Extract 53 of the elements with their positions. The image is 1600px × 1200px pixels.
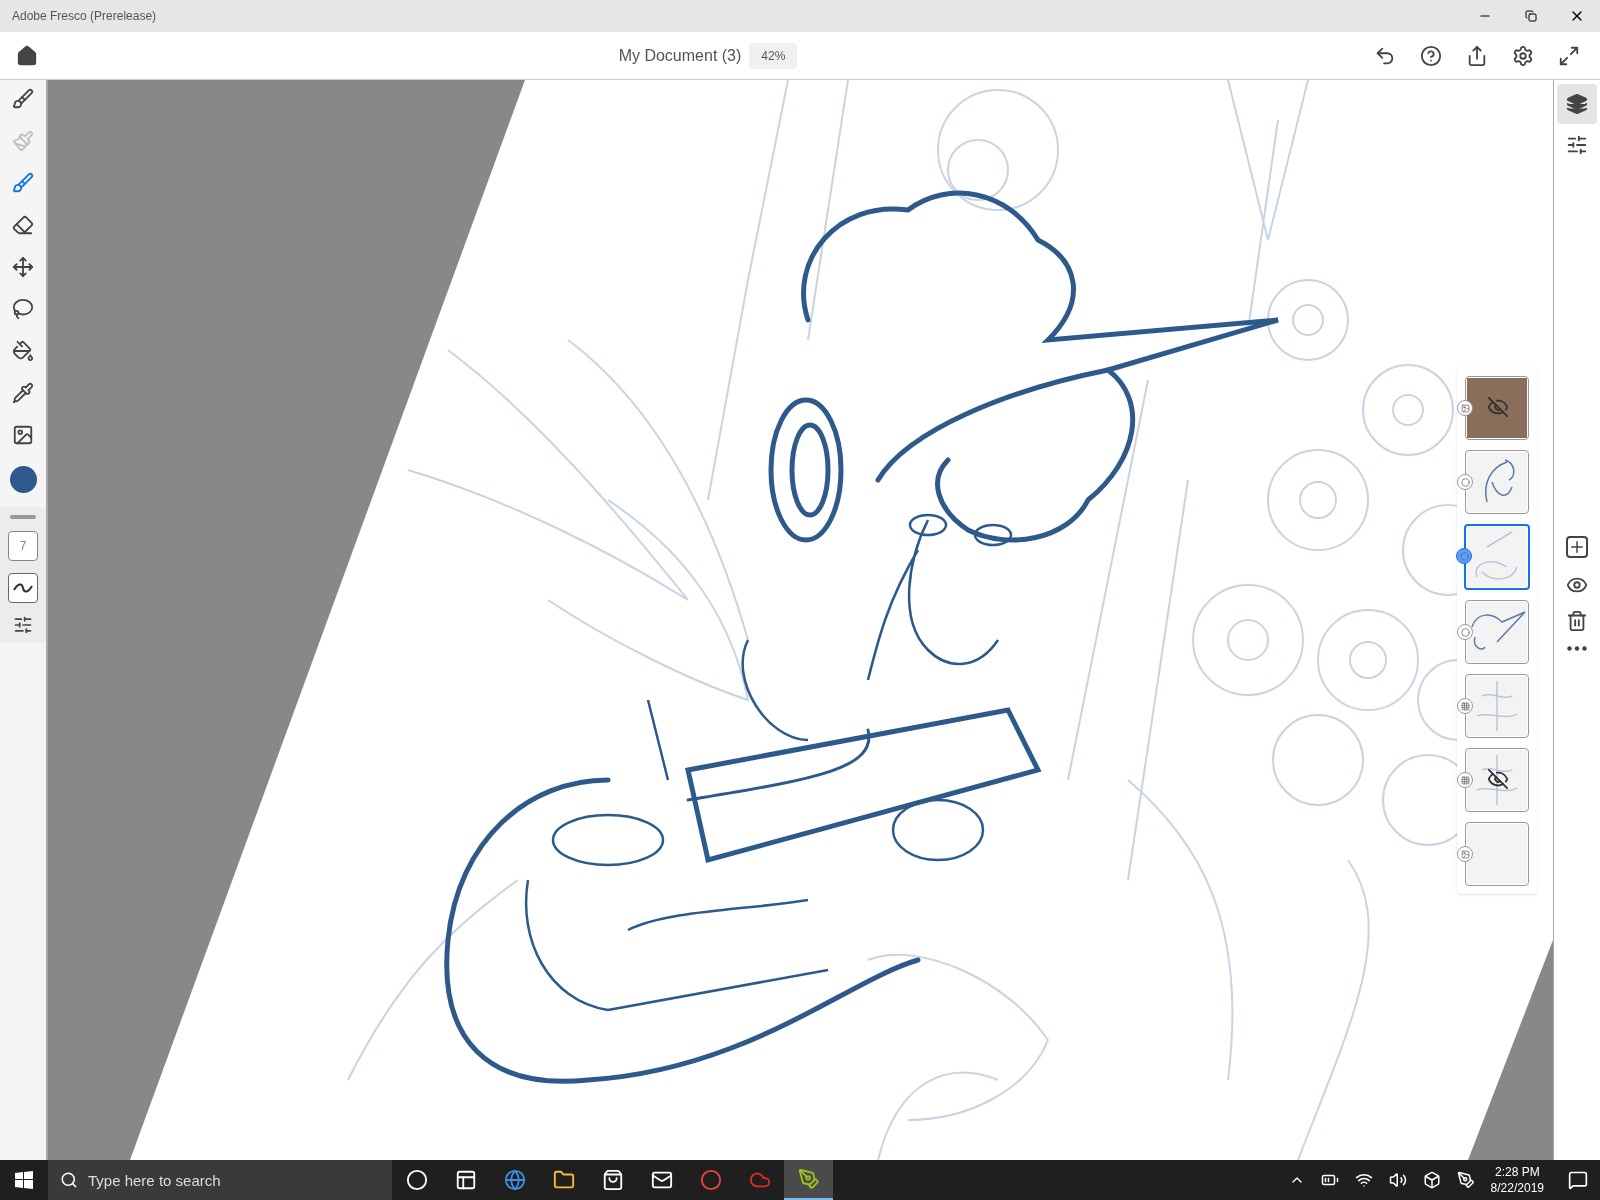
help-button[interactable] xyxy=(1420,44,1442,67)
layer-thumbnail xyxy=(1467,452,1527,512)
wifi-icon[interactable] xyxy=(1354,1171,1373,1189)
restore-icon xyxy=(1525,10,1537,22)
layers-button[interactable] xyxy=(1557,84,1597,124)
clock-time[interactable]: 2:28 PM xyxy=(1494,1164,1540,1180)
settings-button[interactable] xyxy=(1512,44,1534,67)
move-icon[interactable] xyxy=(12,256,34,278)
layer-thumbnail-button[interactable] xyxy=(1465,748,1529,812)
fullscreen-button[interactable] xyxy=(1558,44,1580,67)
zoom-level[interactable]: 42% xyxy=(749,42,798,69)
eraser-icon[interactable] xyxy=(12,214,34,236)
layer-thumbnail-button[interactable] xyxy=(1465,600,1529,664)
layer-thumbnail-button[interactable] xyxy=(1465,450,1529,514)
delete-button[interactable] xyxy=(1566,610,1588,632)
image-icon[interactable] xyxy=(12,424,34,446)
brush-size-field[interactable]: 7 xyxy=(8,531,38,561)
more-button[interactable] xyxy=(1567,646,1587,651)
clock-date[interactable]: 8/22/2019 xyxy=(1490,1180,1544,1196)
layer-thumbnail xyxy=(1467,676,1527,736)
lasso-icon[interactable] xyxy=(12,298,34,320)
search-icon xyxy=(60,1171,78,1189)
adjustments-button[interactable] xyxy=(1566,134,1588,156)
layer-thumbnail xyxy=(1467,602,1527,662)
document-title[interactable]: My Document (3) xyxy=(618,43,742,68)
share-button[interactable] xyxy=(1466,44,1488,67)
layer-thumbnail xyxy=(1467,750,1527,810)
layer-thumbnail xyxy=(1467,527,1527,587)
windows-logo-icon xyxy=(15,1171,33,1189)
pen-icon[interactable] xyxy=(1456,1171,1475,1189)
brush-icon[interactable] xyxy=(12,172,34,194)
box-icon[interactable] xyxy=(1422,1171,1441,1189)
layer-thumbnail-button[interactable] xyxy=(1465,822,1529,886)
photo-placeholder xyxy=(1467,378,1527,438)
layer-thumbnail xyxy=(1467,824,1527,884)
eyedropper-icon[interactable] xyxy=(12,382,34,404)
app-icon[interactable] xyxy=(784,1160,833,1200)
layer-thumbnail-button[interactable] xyxy=(1465,376,1529,440)
layers-icon xyxy=(1566,93,1588,115)
layer-thumbnail-button[interactable] xyxy=(1465,674,1529,738)
smoothing-button[interactable] xyxy=(8,573,38,603)
search-field[interactable]: Type here to search xyxy=(48,1160,392,1200)
add-layer-button[interactable] xyxy=(1566,536,1588,558)
window-title: Adobe Fresco (Prerelease) xyxy=(12,8,158,25)
drag-handle[interactable] xyxy=(10,515,36,519)
layer-thumbnail-button[interactable] xyxy=(1464,524,1530,590)
brush-settings-icon[interactable] xyxy=(13,615,33,635)
wave-icon xyxy=(13,583,33,593)
more-icon xyxy=(1567,646,1587,651)
volume-icon[interactable] xyxy=(1388,1171,1407,1189)
notifications-icon[interactable] xyxy=(1568,1170,1588,1190)
paint-bucket-icon[interactable] xyxy=(12,340,34,362)
color-swatch[interactable] xyxy=(9,466,37,493)
